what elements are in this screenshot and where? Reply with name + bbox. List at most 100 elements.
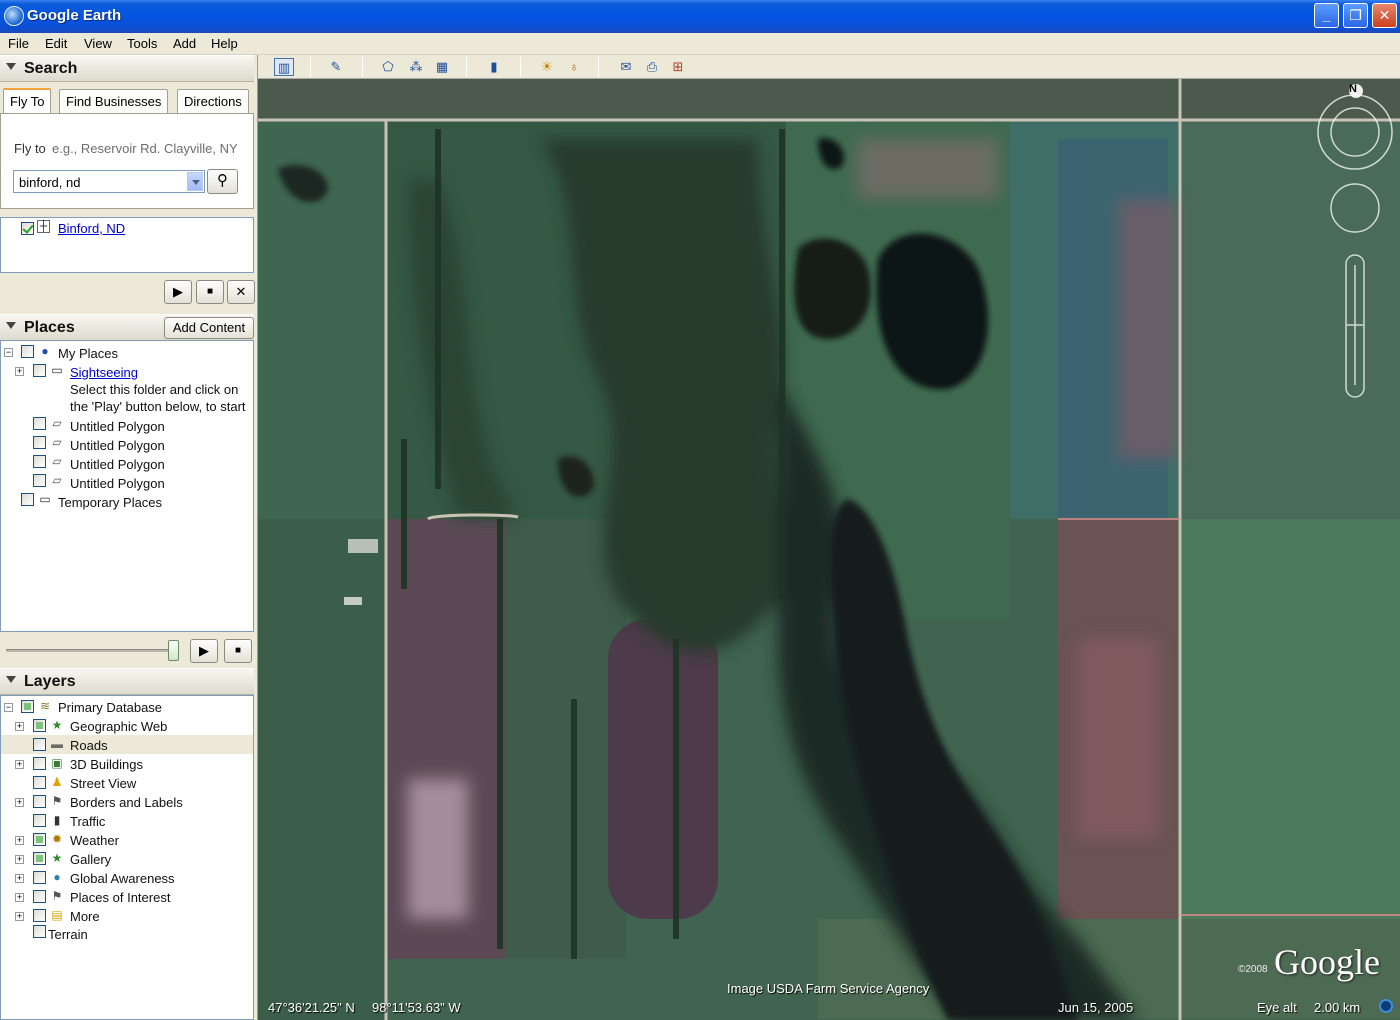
result-checkbox[interactable] — [21, 222, 34, 235]
tour-speed-slider-handle[interactable] — [168, 640, 179, 661]
tour-speed-track[interactable] — [6, 649, 176, 652]
polygon-checkbox[interactable] — [33, 455, 46, 468]
tab-find-businesses[interactable]: Find Businesses — [59, 89, 169, 113]
layer-row[interactable]: + ▤ More — [1, 906, 253, 925]
sightseeing-checkbox[interactable] — [33, 364, 46, 377]
earth-map-view[interactable]: N ©2008 Google Image USDA Farm Service A… — [258, 79, 1400, 1020]
add-placemark-icon[interactable]: ✎ — [326, 58, 346, 76]
layer-checkbox[interactable] — [33, 852, 46, 865]
primary-database-checkbox[interactable] — [21, 700, 34, 713]
menu-file[interactable]: File — [8, 36, 29, 51]
layer-checkbox[interactable] — [33, 890, 46, 903]
search-button[interactable]: ⚲ — [207, 169, 238, 194]
layer-row[interactable]: + ✹ Weather — [1, 830, 253, 849]
temporary-places-checkbox[interactable] — [21, 493, 34, 506]
tree-item-polygon[interactable]: Untitled Polygon — [70, 476, 165, 491]
close-button[interactable]: ✕ — [1372, 3, 1397, 28]
search-panel-header[interactable]: Search — [0, 55, 254, 82]
terrain-checkbox[interactable] — [33, 925, 46, 938]
eye-alt-label: Eye alt — [1257, 1000, 1297, 1015]
compass-north-label[interactable]: N — [1349, 83, 1357, 95]
tree-item-sightseeing[interactable]: Sightseeing — [70, 365, 138, 380]
expand-toggle[interactable]: + — [15, 855, 24, 864]
layer-checkbox[interactable] — [33, 757, 46, 770]
layer-row[interactable]: + ▣ 3D Buildings — [1, 754, 253, 773]
tree-item-polygon[interactable]: Untitled Polygon — [70, 457, 165, 472]
sidebar-toggle-icon[interactable]: ▥ — [274, 58, 294, 76]
menu-view[interactable]: View — [84, 36, 112, 51]
traffic-light-icon: ▮ — [53, 813, 61, 827]
tree-item-terrain[interactable]: Terrain — [48, 927, 88, 942]
layer-row[interactable]: + ● Global Awareness — [1, 868, 253, 887]
sunlight-icon[interactable]: ☀ — [537, 58, 557, 76]
layer-checkbox[interactable] — [33, 814, 46, 827]
expand-toggle[interactable]: + — [15, 874, 24, 883]
tree-item-my-places[interactable]: My Places — [58, 346, 118, 361]
layer-checkbox[interactable] — [33, 909, 46, 922]
tree-item-polygon[interactable]: Untitled Polygon — [70, 438, 165, 453]
my-places-checkbox[interactable] — [21, 345, 34, 358]
tree-item-primary-database[interactable]: Primary Database — [58, 700, 162, 715]
layer-row[interactable]: ♟ Street View — [1, 773, 253, 792]
expand-toggle[interactable]: − — [4, 703, 13, 712]
road-icon: ▬ — [51, 737, 63, 751]
satellite-imagery[interactable] — [258, 79, 1400, 1020]
stop-tour-button[interactable]: ■ — [196, 280, 224, 304]
menu-help[interactable]: Help — [211, 36, 238, 51]
play-places-button[interactable]: ▶ — [190, 639, 218, 663]
clear-results-button[interactable]: ✕ — [227, 280, 255, 304]
expand-toggle[interactable]: − — [4, 348, 13, 357]
layer-row[interactable]: + ★ Gallery — [1, 849, 253, 868]
fly-to-label: Fly to — [14, 141, 46, 156]
menu-tools[interactable]: Tools — [127, 36, 157, 51]
polygon-checkbox[interactable] — [33, 417, 46, 430]
maximize-button[interactable]: ❐ — [1343, 3, 1368, 28]
dropdown-arrow-icon[interactable] — [187, 172, 203, 191]
toolbar-separator — [520, 57, 521, 77]
stop-places-button[interactable]: ■ — [224, 639, 252, 663]
layer-checkbox[interactable] — [33, 776, 46, 789]
expand-toggle[interactable]: + — [15, 367, 24, 376]
polygon-checkbox[interactable] — [33, 474, 46, 487]
fly-to-input[interactable]: binford, nd — [13, 170, 205, 193]
image-overlay-icon[interactable]: ▦ — [432, 58, 452, 76]
layer-row[interactable]: ▮ Traffic — [1, 811, 253, 830]
expand-toggle[interactable]: + — [15, 798, 24, 807]
planet-icon[interactable]: ♁ — [564, 58, 584, 76]
tab-fly-to[interactable]: Fly To — [3, 88, 52, 114]
menu-add[interactable]: Add — [173, 36, 196, 51]
tree-item-temporary-places[interactable]: Temporary Places — [58, 495, 162, 510]
layer-row[interactable]: + ★ Geographic Web — [1, 716, 253, 735]
layer-checkbox[interactable] — [33, 795, 46, 808]
layer-row[interactable]: + ⚑ Places of Interest — [1, 887, 253, 906]
layer-row[interactable]: ▬ Roads — [1, 735, 253, 754]
expand-toggle[interactable]: + — [15, 893, 24, 902]
layer-checkbox[interactable] — [33, 871, 46, 884]
layer-row[interactable]: + ⚑ Borders and Labels — [1, 792, 253, 811]
email-icon[interactable]: ✉ — [616, 58, 636, 76]
result-binford-nd[interactable]: Binford, ND — [58, 221, 125, 236]
tab-directions[interactable]: Directions — [177, 89, 249, 113]
layer-checkbox[interactable] — [33, 738, 46, 751]
minimize-button[interactable]: _ — [1314, 3, 1339, 28]
play-tour-button[interactable]: ▶ — [164, 280, 192, 304]
add-polygon-icon[interactable]: ⬠ — [378, 58, 398, 76]
title-bar[interactable]: Google Earth _ ❐ ✕ — [0, 0, 1400, 33]
polygon-checkbox[interactable] — [33, 436, 46, 449]
tree-item-polygon[interactable]: Untitled Polygon — [70, 419, 165, 434]
layer-checkbox[interactable] — [33, 719, 46, 732]
add-content-button[interactable]: Add Content — [164, 317, 254, 339]
expand-toggle[interactable]: + — [15, 760, 24, 769]
menu-edit[interactable]: Edit — [45, 36, 67, 51]
layer-checkbox[interactable] — [33, 833, 46, 846]
view-in-maps-icon[interactable]: ⊞ — [668, 58, 688, 76]
expand-toggle[interactable]: + — [15, 722, 24, 731]
layer-label: Weather — [70, 833, 119, 848]
expand-toggle[interactable]: + — [15, 836, 24, 845]
print-icon[interactable]: ⎙ — [642, 58, 662, 76]
add-path-icon[interactable]: ⁂ — [406, 58, 426, 76]
star-icon: ★ — [51, 718, 63, 732]
expand-toggle[interactable]: + — [15, 912, 24, 921]
layers-panel-header[interactable]: Layers — [0, 668, 254, 695]
ruler-icon[interactable]: ▮ — [484, 58, 504, 76]
